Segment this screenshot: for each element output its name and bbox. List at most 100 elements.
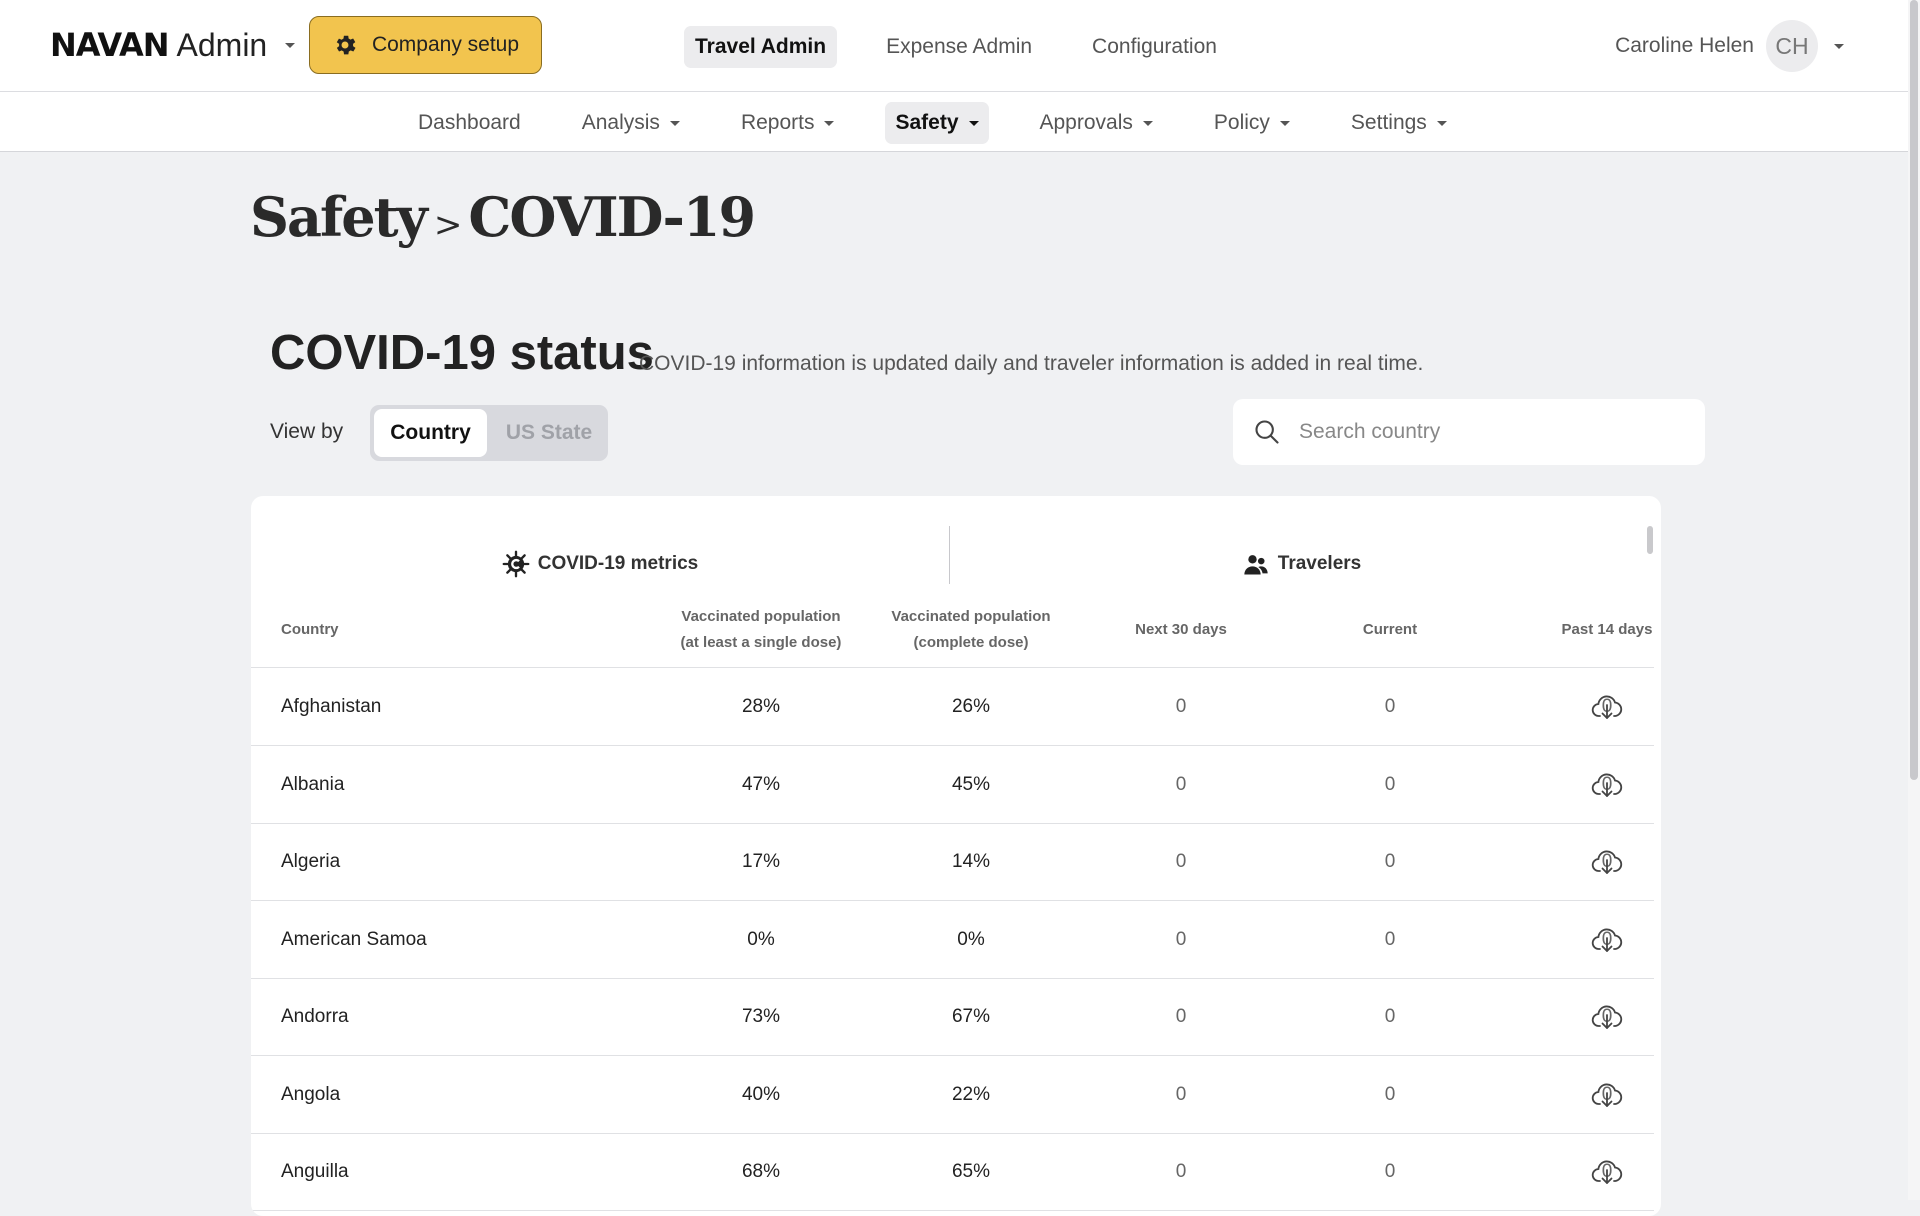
current-cell: 0 (1384, 1006, 1396, 1027)
page-scrollbar-thumb[interactable] (1910, 0, 1918, 780)
view-by-toggle: Country US State (370, 405, 608, 461)
chevron-down-icon[interactable] (285, 42, 296, 48)
current-cell: 0 (1384, 1161, 1396, 1182)
single-cell: 68% (741, 1161, 781, 1182)
chevron-down-icon (1436, 120, 1447, 126)
company-setup-button[interactable]: Company setup (309, 16, 542, 74)
chevron-down-icon[interactable] (1834, 43, 1844, 49)
brand-logo: NAVAN (50, 26, 170, 64)
single-cell: 73% (741, 1006, 781, 1027)
country-cell: Afghanistan (281, 696, 382, 717)
single-cell: 28% (741, 696, 781, 717)
column-header-country[interactable]: Country (281, 617, 339, 643)
view-by-country-option[interactable]: Country (374, 409, 487, 457)
user-menu[interactable]: Caroline Helen CH (1615, 20, 1844, 72)
subnav-dashboard[interactable]: Dashboard (408, 102, 531, 144)
chevron-down-icon (1279, 120, 1290, 126)
brand[interactable]: NAVAN Admin (50, 26, 296, 64)
country-cell: Angola (281, 1083, 341, 1105)
sub-nav: Dashboard Analysis Reports Safety Approv… (0, 92, 1908, 152)
next30-cell: 0 (1175, 928, 1187, 950)
table-row[interactable]: American Samoa0%0%000 (251, 901, 1654, 979)
subnav-label: Policy (1213, 111, 1270, 134)
column-header-vaccinated-complete[interactable]: Vaccinated population (complete dose) (846, 604, 1096, 656)
column-header-past-14-days[interactable]: Past 14 days (1507, 617, 1661, 643)
page-scrollbar[interactable] (1908, 0, 1920, 1200)
download-button[interactable] (1591, 770, 1623, 800)
subnav-approvals[interactable]: Approvals (1030, 102, 1163, 144)
complete-cell: 26% (951, 696, 991, 717)
subnav-safety[interactable]: Safety (885, 102, 989, 144)
current-cell: 0 (1384, 851, 1396, 872)
subnav-analysis[interactable]: Analysis (572, 102, 690, 144)
current-cell: 0 (1384, 773, 1396, 795)
company-setup-label: Company setup (371, 33, 520, 56)
table-row[interactable]: Algeria17%14%000 (251, 823, 1654, 901)
subnav-settings[interactable]: Settings (1341, 102, 1457, 144)
table-row[interactable]: Andorra73%67%000 (251, 978, 1654, 1056)
complete-cell: 0% (957, 928, 985, 950)
tab-expense-admin[interactable]: Expense Admin (875, 26, 1043, 68)
current-cell: 0 (1384, 928, 1396, 950)
breadcrumb: Safety > COVID-19 (250, 185, 756, 249)
download-button[interactable] (1591, 1002, 1623, 1032)
complete-cell: 14% (951, 851, 991, 872)
single-cell: 0% (747, 928, 775, 950)
cloud-download-icon (1591, 1005, 1623, 1029)
user-name: Caroline Helen (1615, 34, 1754, 57)
complete-cell: 65% (951, 1161, 991, 1182)
subnav-label: Analysis (581, 111, 660, 134)
country-cell: Albania (281, 773, 345, 795)
download-button[interactable] (1591, 1157, 1623, 1187)
status-description: COVID-19 information is updated daily an… (639, 352, 1424, 375)
gear-icon (336, 35, 356, 55)
page-title: COVID-19 (468, 185, 756, 249)
cloud-download-icon (1591, 695, 1623, 719)
top-bar: NAVAN Admin Company setup Travel Admin E… (0, 0, 1908, 92)
view-by-us-state-option[interactable]: US State (494, 409, 604, 457)
virus-icon (502, 550, 530, 578)
metrics-group-header: COVID-19 metrics (251, 536, 949, 592)
cloud-download-icon (1591, 1083, 1623, 1107)
table-row[interactable]: Anguilla68%65%000 (251, 1133, 1654, 1211)
column-header-line: (complete dose) (913, 634, 1029, 651)
metrics-group-label: COVID-19 metrics (537, 553, 699, 574)
top-nav: Travel Admin Expense Admin Configuration (684, 26, 1228, 68)
download-button[interactable] (1591, 925, 1623, 955)
table-row[interactable]: Albania47%45%000 (251, 746, 1654, 824)
subnav-label: Safety (895, 111, 959, 134)
next30-cell: 0 (1175, 696, 1187, 717)
tab-configuration[interactable]: Configuration (1081, 26, 1228, 68)
search-input[interactable] (1297, 419, 1681, 445)
current-cell: 0 (1384, 696, 1396, 717)
complete-cell: 22% (951, 1083, 991, 1105)
subnav-reports[interactable]: Reports (731, 102, 845, 144)
status-heading: COVID-19 status (270, 326, 654, 380)
next30-cell: 0 (1175, 773, 1187, 795)
column-header-current[interactable]: Current (1290, 617, 1490, 643)
subnav-policy[interactable]: Policy (1204, 102, 1300, 144)
download-button[interactable] (1591, 1080, 1623, 1110)
next30-cell: 0 (1175, 1006, 1187, 1027)
breadcrumb-parent[interactable]: Safety (250, 185, 428, 249)
chevron-down-icon (968, 120, 979, 126)
search-box (1233, 399, 1705, 465)
subnav-label: Approvals (1039, 111, 1133, 134)
view-by-label: View by (270, 420, 344, 443)
next30-cell: 0 (1175, 851, 1187, 872)
table-row[interactable]: Afghanistan28%26%000 (251, 668, 1654, 746)
tab-travel-admin[interactable]: Travel Admin (684, 26, 838, 68)
single-cell: 17% (741, 851, 781, 872)
single-cell: 40% (741, 1083, 781, 1105)
table-row[interactable]: Angola40%22%000 (251, 1056, 1654, 1134)
cloud-download-icon (1591, 850, 1623, 874)
download-button[interactable] (1591, 692, 1623, 722)
cloud-download-icon (1591, 773, 1623, 797)
download-button[interactable] (1591, 847, 1623, 877)
current-cell: 0 (1384, 1083, 1396, 1105)
travelers-group-label: Travelers (1277, 553, 1362, 574)
avatar[interactable]: CH (1766, 20, 1818, 72)
column-header-next-30-days[interactable]: Next 30 days (1081, 617, 1281, 643)
subnav-label: Dashboard (418, 111, 521, 134)
breadcrumb-separator: > (433, 205, 462, 245)
